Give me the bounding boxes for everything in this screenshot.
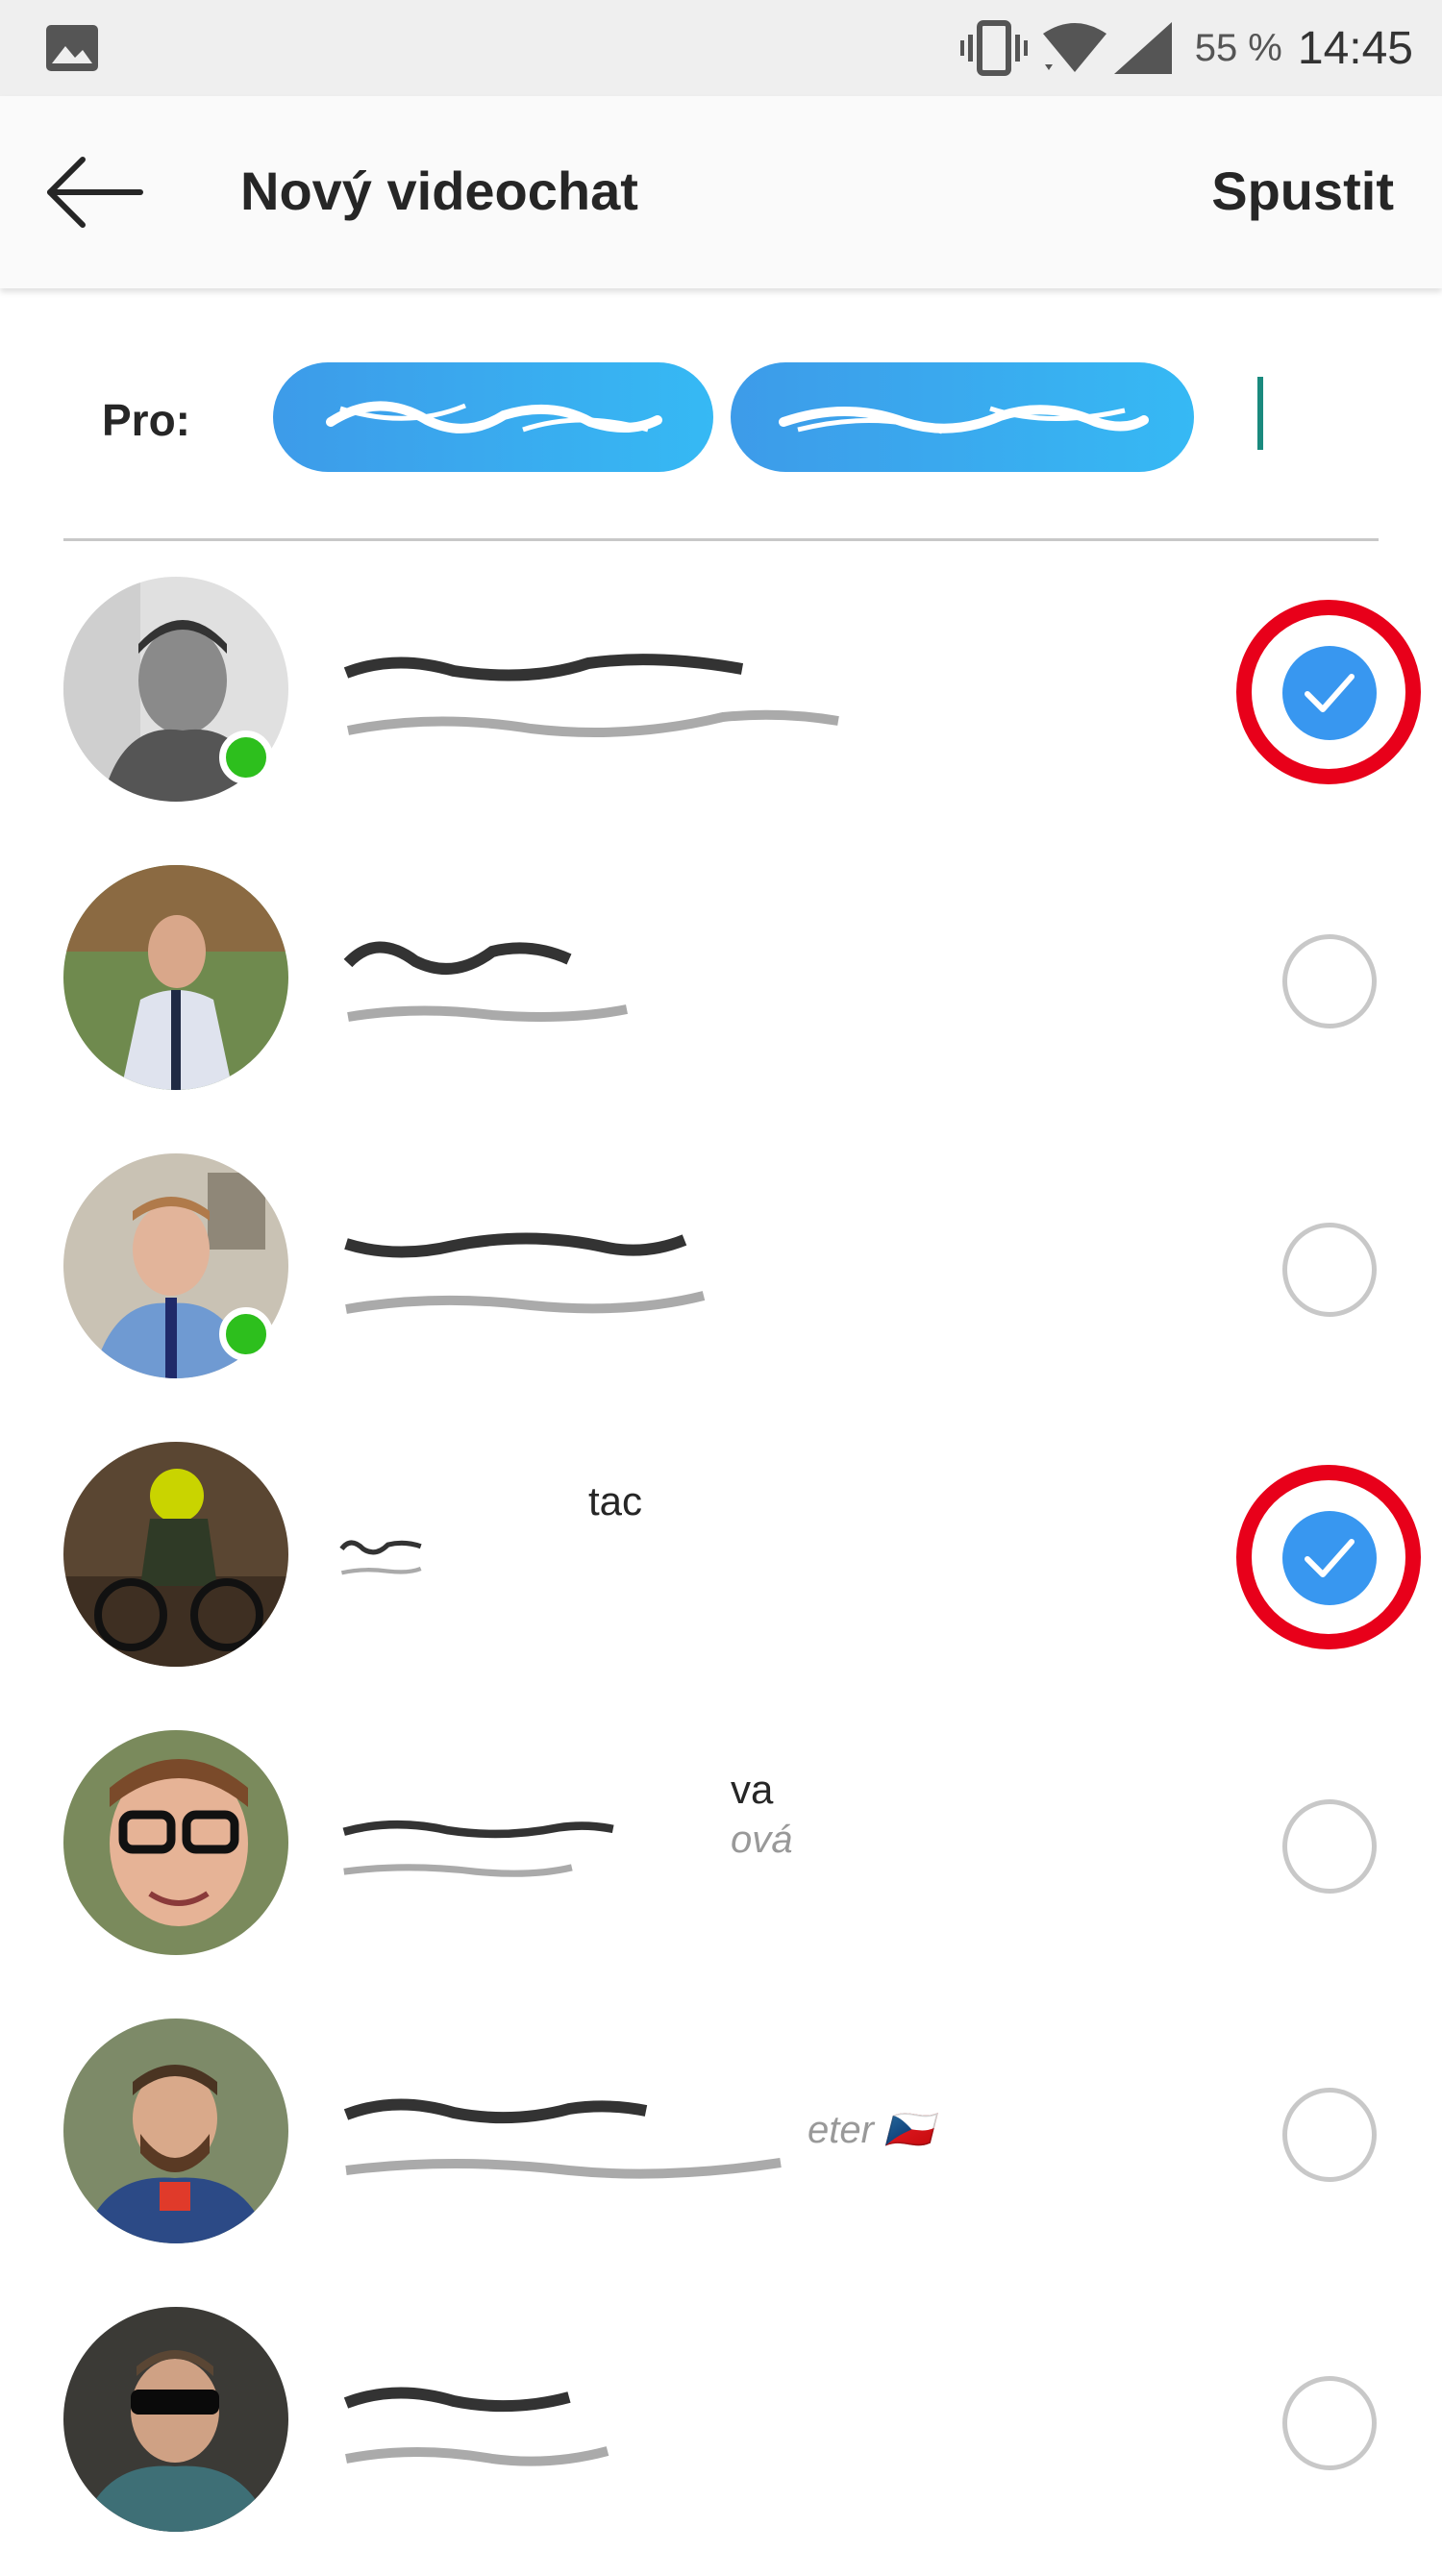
checkmark-icon bbox=[1305, 674, 1355, 712]
redacted-name bbox=[343, 654, 839, 737]
recipient-chip[interactable] bbox=[273, 362, 713, 472]
list-item[interactable]: tac bbox=[0, 1423, 1442, 1711]
avatar bbox=[63, 865, 288, 1090]
list-item[interactable]: va ová bbox=[0, 1711, 1442, 1999]
redacted-name bbox=[343, 2098, 782, 2179]
checkmark-icon bbox=[1305, 1539, 1355, 1577]
redacted-name bbox=[344, 1232, 706, 1314]
to-label: Pro: bbox=[102, 395, 190, 445]
page-title: Nový videochat bbox=[240, 161, 638, 221]
redacted-name bbox=[342, 1820, 614, 1877]
select-checkbox[interactable] bbox=[1282, 1223, 1377, 1317]
app-header: Nový videochat Spustit bbox=[0, 96, 1442, 288]
avatar bbox=[63, 1730, 288, 1955]
recipients-row: Pro: bbox=[0, 288, 1442, 541]
contact-subtitle: eter 🇨🇿 bbox=[808, 2109, 932, 2151]
select-checkbox[interactable] bbox=[1282, 2088, 1377, 2182]
select-checkbox[interactable] bbox=[1282, 934, 1377, 1028]
list-item[interactable] bbox=[0, 2288, 1442, 2576]
signal-icon bbox=[1113, 22, 1172, 74]
battery-level: 55 % bbox=[1194, 26, 1282, 69]
redacted-name bbox=[343, 2387, 609, 2466]
online-indicator bbox=[219, 731, 273, 784]
select-checkbox[interactable] bbox=[1282, 646, 1377, 740]
avatar bbox=[63, 2019, 288, 2243]
list-item[interactable] bbox=[0, 846, 1442, 1134]
list-item[interactable] bbox=[0, 1134, 1442, 1423]
select-checkbox[interactable] bbox=[1282, 1799, 1377, 1894]
clock: 14:45 bbox=[1297, 22, 1413, 74]
redacted-name bbox=[339, 1540, 422, 1575]
vibrate-icon bbox=[959, 20, 1028, 76]
start-button[interactable]: Spustit bbox=[1211, 160, 1394, 222]
arrow-left-icon[interactable] bbox=[44, 154, 144, 231]
redacted-name bbox=[343, 941, 628, 1022]
select-checkbox[interactable] bbox=[1282, 1511, 1377, 1605]
avatar bbox=[63, 2307, 288, 2532]
contact-subtitle: ová bbox=[731, 1819, 793, 1861]
image-icon bbox=[46, 25, 98, 71]
list-item[interactable] bbox=[0, 557, 1442, 846]
select-checkbox[interactable] bbox=[1282, 2376, 1377, 2470]
status-bar: 55 % 14:45 bbox=[0, 0, 1442, 96]
wifi-icon bbox=[1042, 23, 1106, 72]
text-cursor[interactable] bbox=[1257, 377, 1263, 450]
online-indicator bbox=[219, 1307, 273, 1361]
list-item[interactable]: eter 🇨🇿 bbox=[0, 1999, 1442, 2288]
contact-name: va bbox=[731, 1767, 774, 1812]
avatar bbox=[63, 1442, 288, 1667]
contact-name: tac bbox=[588, 1478, 643, 1523]
recipient-chip[interactable] bbox=[731, 362, 1194, 472]
divider bbox=[63, 538, 1379, 541]
